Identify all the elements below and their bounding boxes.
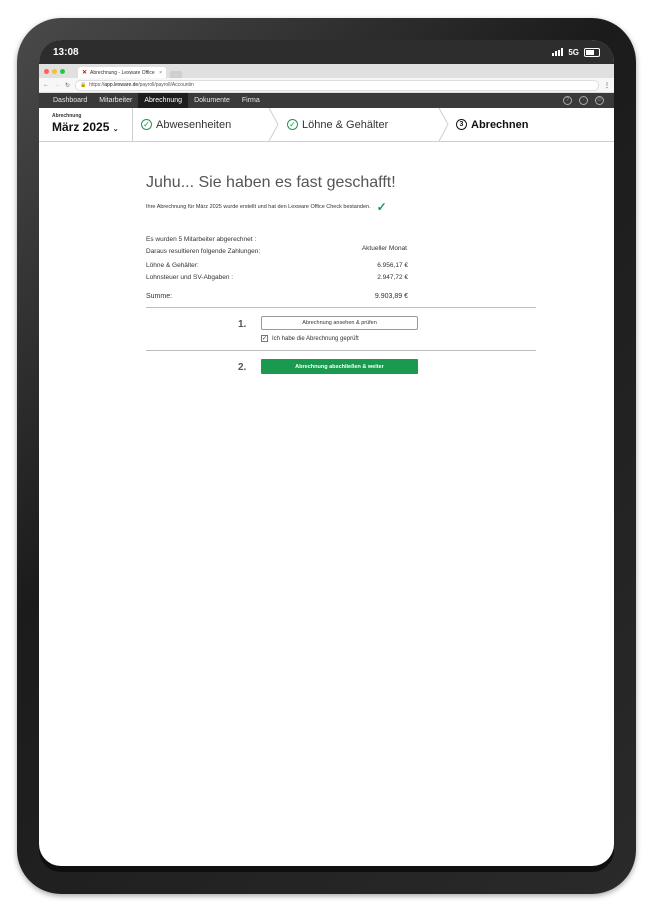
address-bar: ← → ↻ 🔒 https://app.lexware.de/payroll/p… (39, 78, 614, 93)
check-circle-icon: ✓ (287, 119, 298, 130)
payments-intro: Daraus resultieren folgende Zahlungen: (146, 248, 261, 255)
close-window-icon[interactable] (44, 68, 49, 74)
url-field[interactable]: 🔒 https://app.lexware.de/payroll/payroll… (75, 79, 599, 91)
view-payroll-button[interactable]: Abrechnung ansehen & prüfen (261, 316, 418, 330)
finish-payroll-button[interactable]: Abrechnung abschließen & weiter (261, 359, 418, 374)
tablet-frame: 13:08 5G ✕ Abrechnung - Lexware Office L… (17, 18, 636, 894)
lock-icon: 🔒 (80, 82, 87, 88)
forward-icon[interactable]: → (54, 82, 60, 88)
chevron-down-icon: ⌄ (112, 126, 119, 133)
reviewed-checkbox-label: Ich habe die Abrechnung geprüft (272, 335, 359, 342)
payment-row: Löhne & Gehälter: 6.956,17 € (146, 262, 408, 269)
step-loehne-gehaelter[interactable]: ✓ Löhne & Gehälter (287, 108, 388, 141)
browser-tab[interactable]: ✕ Abrechnung - Lexware Office Lohn × (78, 67, 166, 78)
maximize-window-icon[interactable] (60, 68, 65, 74)
step-bar: Abrechnung März 2025 ⌄ ✓ Abwesenheiten ✓… (39, 108, 614, 142)
period-value: März 2025 (52, 120, 110, 134)
browser-menu-icon[interactable]: ⋮ (604, 82, 610, 89)
nav-item-mitarbeiter[interactable]: Mitarbeiter (93, 93, 138, 108)
step-separator (268, 108, 279, 141)
help-icon[interactable]: ? (563, 96, 572, 105)
payment-row: Lohnsteuer und SV-Abgaben : 2.947,72 € (146, 274, 408, 281)
browser-tab-strip: ✕ Abrechnung - Lexware Office Lohn × (39, 64, 614, 78)
column-header-current-month: Aktueller Monat (361, 245, 407, 252)
employees-count-text: Es wurden 5 Mitarbeiter abgerechnet : (146, 236, 257, 243)
new-tab-button[interactable] (170, 71, 182, 78)
step-separator (438, 108, 449, 141)
back-icon[interactable]: ← (43, 82, 49, 88)
checkmark-icon: ✓ (376, 200, 387, 214)
nav-item-dashboard[interactable]: Dashboard (47, 93, 93, 108)
tablet-bezel: 13:08 5G ✕ Abrechnung - Lexware Office L… (39, 40, 614, 872)
app-navigation: Dashboard Mitarbeiter Abrechnung Dokumen… (39, 93, 614, 108)
check-circle-icon: ✓ (141, 119, 152, 130)
nav-item-firma[interactable]: Firma (236, 93, 266, 108)
action-step-number: 2. (238, 362, 247, 373)
sum-row: Summe: 9.903,89 € (146, 293, 408, 300)
clock: 13:08 (53, 46, 79, 58)
step-abrechnen[interactable]: 3 Abrechnen (456, 108, 528, 141)
action-step-number: 1. (238, 319, 247, 330)
reload-icon[interactable]: ↻ (65, 82, 70, 89)
signal-icon (552, 48, 564, 56)
step-number-badge: 3 (456, 119, 467, 130)
battery-icon (584, 47, 600, 57)
status-bar: 13:08 5G (39, 40, 614, 64)
nav-item-abrechnung[interactable]: Abrechnung (138, 93, 189, 108)
success-message: Ihre Abrechnung für März 2025 wurde erst… (146, 204, 371, 210)
power-icon[interactable]: ⏻ (595, 96, 604, 105)
network-label: 5G (568, 47, 579, 57)
nav-item-dokumente[interactable]: Dokumente (188, 93, 236, 108)
period-selector[interactable]: Abrechnung März 2025 ⌄ (39, 108, 133, 141)
settings-icon[interactable]: · (579, 96, 588, 105)
minimize-window-icon[interactable] (52, 68, 57, 74)
screen: 13:08 5G ✕ Abrechnung - Lexware Office L… (39, 40, 614, 866)
browser-tab-title: Abrechnung - Lexware Office Lohn (90, 69, 156, 76)
reviewed-checkbox[interactable]: ✓ (261, 335, 268, 342)
page-title: Juhu... Sie haben es fast geschafft! (146, 174, 396, 191)
main-content: Juhu... Sie haben es fast geschafft! Ihr… (146, 174, 536, 374)
step-abwesenheiten[interactable]: ✓ Abwesenheiten (141, 108, 231, 141)
tab-close-icon[interactable]: × (159, 70, 162, 76)
lexware-favicon-icon: ✕ (82, 70, 88, 76)
